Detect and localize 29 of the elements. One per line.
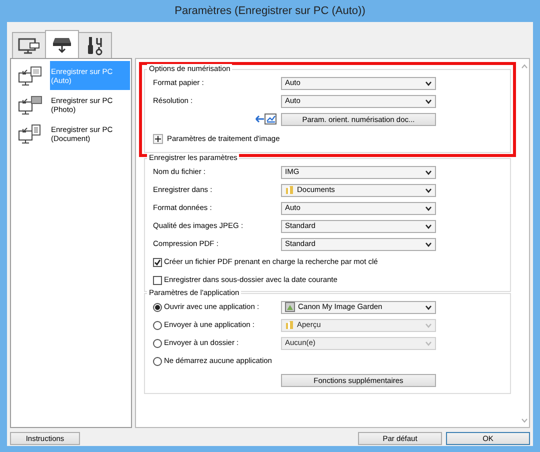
- caret-icon: [425, 322, 432, 328]
- caret-icon: [425, 188, 432, 192]
- radio-button[interactable]: [153, 302, 162, 312]
- app-icon: [285, 302, 295, 312]
- orientation-icon: [255, 113, 277, 125]
- radio-button[interactable]: [153, 356, 162, 366]
- computer-icon: [18, 64, 44, 86]
- computer-icon: [18, 36, 40, 54]
- folder-icon: [285, 320, 294, 330]
- caret-icon: [425, 98, 432, 104]
- caret-icon: [425, 340, 432, 346]
- caret-icon: [425, 224, 432, 228]
- tab[interactable]: [12, 32, 46, 58]
- folder-icon: [285, 185, 294, 195]
- tools-icon: [86, 36, 104, 56]
- window-title: Paramètres (Enregistrer sur PC (Auto)): [174, 4, 366, 19]
- caret-icon: [425, 304, 432, 310]
- caret-icon: [425, 242, 432, 246]
- caret-icon: [425, 170, 432, 174]
- caret-icon: [425, 206, 432, 210]
- scanner-icon: [52, 36, 72, 54]
- computer-icon: [18, 94, 44, 116]
- computer-icon: [18, 122, 44, 144]
- expand-button[interactable]: [153, 134, 163, 144]
- caret-icon: [425, 80, 432, 86]
- checkbox[interactable]: [153, 258, 162, 266]
- tab[interactable]: [78, 32, 112, 58]
- tab[interactable]: [45, 30, 79, 58]
- checkbox[interactable]: [153, 276, 162, 284]
